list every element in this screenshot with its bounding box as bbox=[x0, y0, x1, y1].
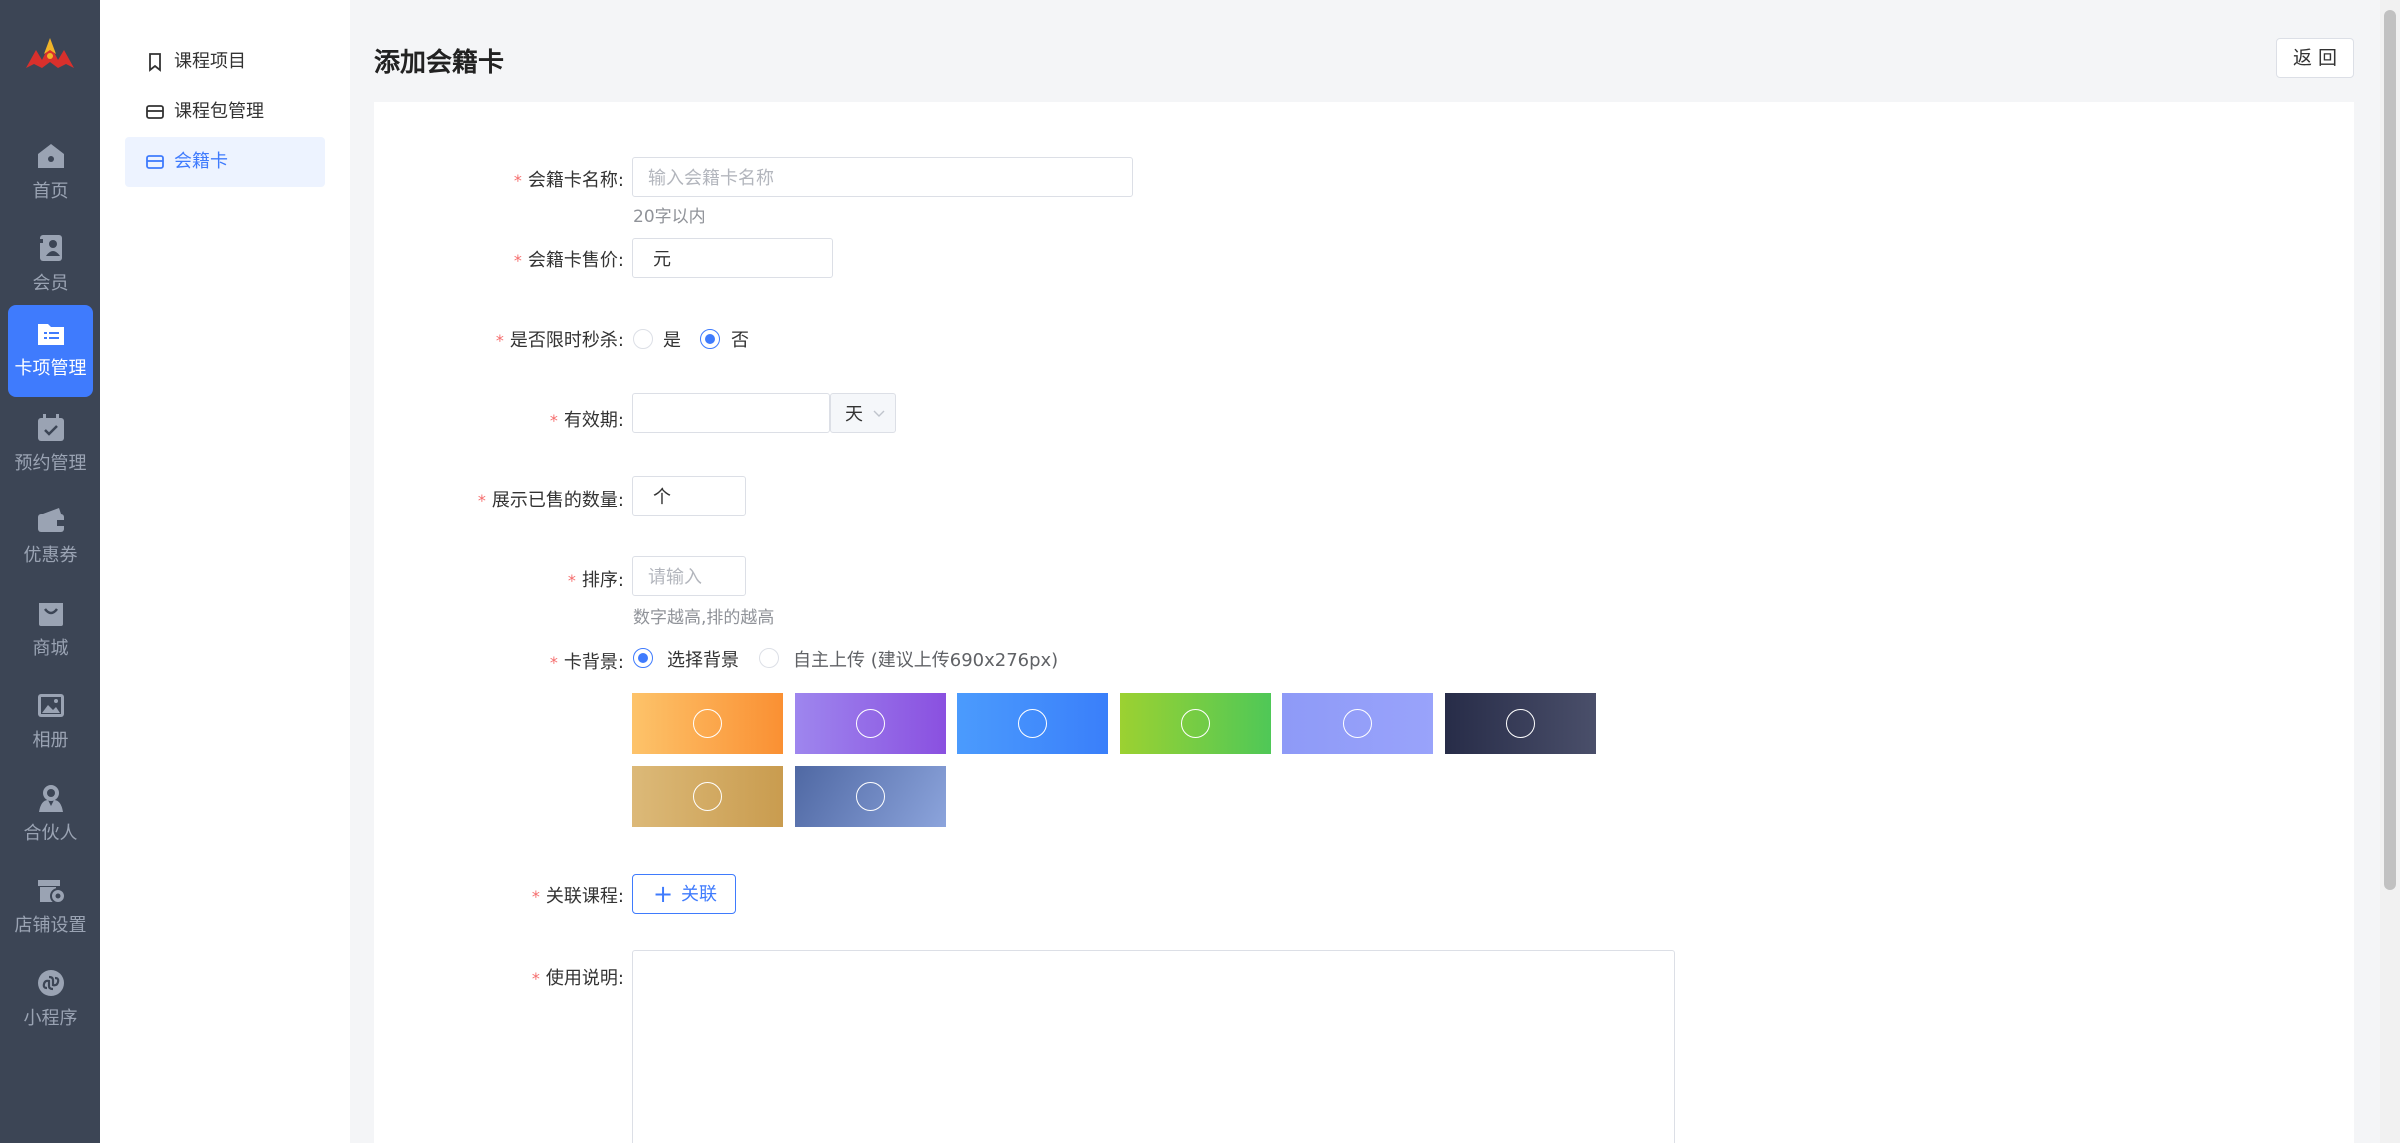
field-label-description: * 使用说明: bbox=[531, 968, 624, 989]
sub-menu: 课程项目 课程包管理 会籍卡 bbox=[100, 0, 350, 1143]
card-icon bbox=[146, 105, 164, 119]
calendar-check-icon bbox=[38, 414, 64, 441]
page-title: 添加会籍卡 bbox=[374, 48, 505, 78]
background-swatch-orange[interactable] bbox=[632, 693, 783, 754]
sort-input[interactable]: 请输入 bbox=[632, 556, 746, 596]
nav-item-label: 卡项管理 bbox=[14, 358, 87, 379]
page-scrollbar[interactable] bbox=[2380, 0, 2400, 1143]
nav-item-booking[interactable]: 预约管理 bbox=[8, 400, 93, 492]
mini-program-icon bbox=[38, 970, 64, 996]
sort-hint: 数字越高,排的越高 bbox=[633, 608, 775, 628]
flash-sale-yes-radio[interactable] bbox=[633, 329, 653, 349]
background-upload-radio[interactable] bbox=[759, 648, 779, 668]
sold-count-input[interactable]: 个 bbox=[632, 476, 746, 516]
nav-item-mini-program[interactable]: 小程序 bbox=[8, 955, 93, 1047]
logo bbox=[26, 38, 74, 68]
background-upload-label[interactable]: 自主上传 (建议上传690x276px) bbox=[793, 646, 1058, 672]
field-label-courses: * 关联课程: bbox=[531, 886, 624, 907]
swatch-select-circle bbox=[693, 782, 722, 811]
nav-item-card-management[interactable]: 卡项管理 bbox=[8, 305, 93, 397]
field-label-card-name: * 会籍卡名称: bbox=[513, 170, 624, 191]
nav-item-label: 小程序 bbox=[23, 1008, 78, 1029]
background-swatch-gold[interactable] bbox=[632, 766, 783, 827]
field-label-price: * 会籍卡售价: bbox=[513, 250, 624, 271]
nav-item-label: 预约管理 bbox=[14, 453, 87, 474]
scrollbar-thumb[interactable] bbox=[2384, 10, 2396, 890]
swatch-select-circle bbox=[1506, 709, 1535, 738]
main-nav: 首页 会员 卡项管理 预约管理 优惠券 商城 相册 合伙人 店铺设置 小程序 bbox=[0, 0, 100, 1143]
field-label-flash-sale: * 是否限时秒杀: bbox=[495, 330, 624, 351]
swatch-select-circle bbox=[1343, 709, 1372, 738]
sold-count-suffix: 个 bbox=[653, 487, 671, 508]
submenu-item-label: 课程项目 bbox=[174, 51, 246, 72]
field-label-validity: * 有效期: bbox=[549, 410, 624, 431]
background-swatch-blue[interactable] bbox=[957, 693, 1108, 754]
submenu-item-label: 课程包管理 bbox=[174, 101, 264, 122]
nav-item-partner[interactable]: 合伙人 bbox=[8, 770, 93, 862]
submenu-item-membership-card[interactable]: 会籍卡 bbox=[125, 137, 325, 187]
background-swatch-purple[interactable] bbox=[795, 693, 946, 754]
plus-icon: + bbox=[653, 880, 674, 908]
swatch-select-circle bbox=[1181, 709, 1210, 738]
flash-sale-yes-label[interactable]: 是 bbox=[663, 326, 681, 352]
nav-item-label: 会员 bbox=[32, 273, 69, 294]
background-swatch-steel-blue[interactable] bbox=[795, 766, 946, 827]
validity-unit-select[interactable]: 天 bbox=[830, 393, 896, 433]
swatch-select-circle bbox=[693, 709, 722, 738]
swatch-select-circle bbox=[1018, 709, 1047, 738]
field-label-background: * 卡背景: bbox=[549, 652, 624, 673]
nav-item-shop[interactable]: 商城 bbox=[8, 585, 93, 677]
card-name-input[interactable]: 输入会籍卡名称 bbox=[632, 157, 1133, 197]
card-icon bbox=[146, 155, 164, 169]
nav-item-member[interactable]: 会员 bbox=[8, 220, 93, 312]
nav-item-label: 合伙人 bbox=[23, 823, 78, 844]
background-swatch-green[interactable] bbox=[1120, 693, 1271, 754]
background-choose-radio[interactable] bbox=[633, 648, 653, 668]
validity-unit-value: 天 bbox=[845, 404, 863, 425]
nav-item-label: 店铺设置 bbox=[14, 915, 87, 936]
background-choose-label[interactable]: 选择背景 bbox=[667, 646, 739, 672]
nav-item-coupon[interactable]: 优惠券 bbox=[8, 492, 93, 584]
price-suffix: 元 bbox=[653, 249, 671, 270]
home-icon bbox=[38, 144, 64, 168]
card-folder-icon bbox=[38, 324, 64, 345]
description-textarea[interactable] bbox=[632, 950, 1675, 1143]
card-name-placeholder: 输入会籍卡名称 bbox=[648, 168, 774, 189]
member-icon bbox=[40, 235, 62, 261]
flash-sale-no-radio[interactable] bbox=[700, 329, 720, 349]
sort-placeholder: 请输入 bbox=[648, 567, 702, 588]
coupon-icon bbox=[38, 508, 64, 532]
nav-item-home[interactable]: 首页 bbox=[8, 128, 93, 220]
flash-sale-no-label[interactable]: 否 bbox=[731, 326, 749, 352]
card-name-hint: 20字以内 bbox=[633, 207, 706, 227]
nav-item-label: 优惠券 bbox=[23, 545, 78, 566]
submenu-item-label: 会籍卡 bbox=[174, 151, 228, 172]
link-course-label: 关联 bbox=[681, 884, 717, 905]
nav-item-store-settings[interactable]: 店铺设置 bbox=[8, 862, 93, 954]
nav-item-label: 相册 bbox=[32, 730, 69, 751]
price-input[interactable]: 元 bbox=[632, 238, 833, 278]
nav-item-album[interactable]: 相册 bbox=[8, 677, 93, 769]
bookmark-icon bbox=[149, 53, 161, 72]
store-settings-icon bbox=[38, 880, 66, 904]
swatch-select-circle bbox=[856, 782, 885, 811]
partner-icon bbox=[39, 785, 63, 812]
back-button[interactable]: 返 回 bbox=[2276, 38, 2354, 78]
nav-item-label: 首页 bbox=[32, 181, 69, 202]
validity-input[interactable] bbox=[632, 393, 830, 433]
background-swatch-dark-navy[interactable] bbox=[1445, 693, 1596, 754]
swatch-select-circle bbox=[856, 709, 885, 738]
background-swatch-periwinkle[interactable] bbox=[1282, 693, 1433, 754]
chevron-down-icon bbox=[873, 410, 885, 417]
album-icon bbox=[38, 694, 64, 717]
link-course-button[interactable]: + 关联 bbox=[632, 874, 736, 914]
field-label-sort: * 排序: bbox=[567, 570, 624, 591]
shop-bag-icon bbox=[39, 603, 63, 626]
nav-item-label: 商城 bbox=[32, 638, 69, 659]
field-label-sold-count: * 展示已售的数量: bbox=[477, 490, 624, 511]
